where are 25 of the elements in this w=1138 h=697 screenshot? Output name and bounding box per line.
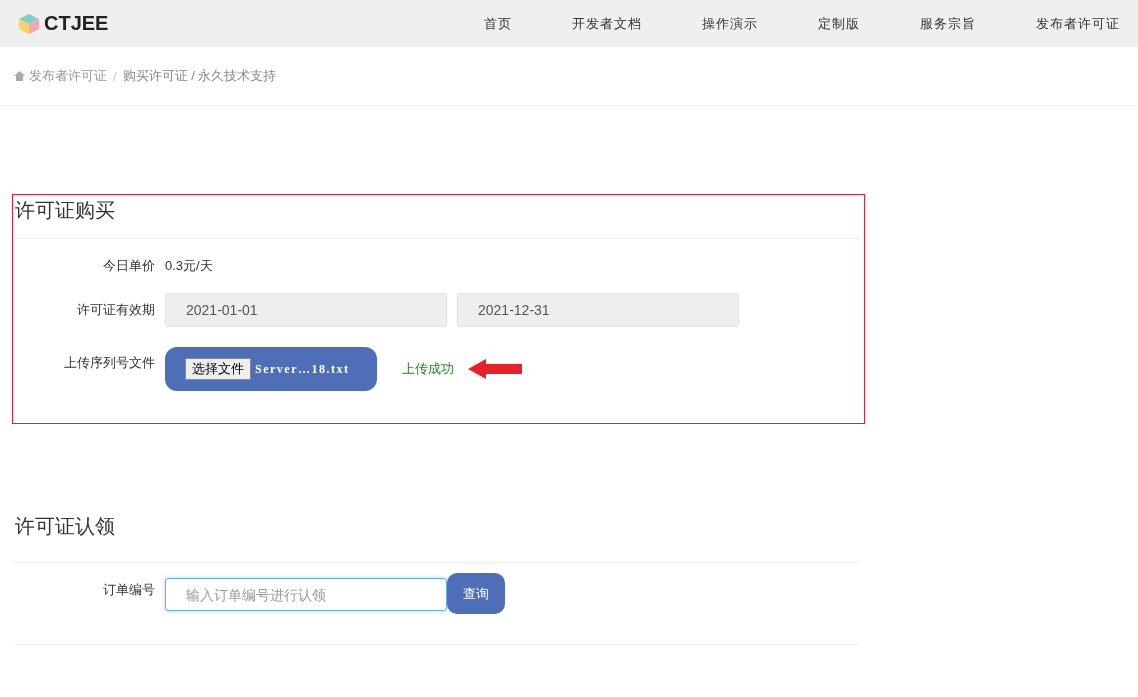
query-button[interactable]: 查询 — [447, 573, 505, 614]
breadcrumb-separator: / — [113, 68, 117, 84]
price-value: 0.3元/天 — [165, 257, 213, 275]
date-field[interactable]: 2021-01-01 — [165, 293, 447, 327]
brand-name[interactable]: CTJEE — [44, 12, 109, 35]
home-icon — [14, 71, 25, 81]
date-field[interactable]: 2021-12-31 — [457, 293, 739, 327]
breadcrumb-current: 购买许可证 / 永久技术支持 — [122, 67, 277, 85]
cube-logo-icon — [18, 12, 40, 35]
field-label: 许可证有效期 — [76, 301, 155, 319]
section-title: 许可证购买 — [14, 198, 116, 223]
order-number-field[interactable]: 输入订单编号进行认领 — [165, 578, 447, 611]
nav-link[interactable]: 定制版 — [758, 14, 860, 33]
nav-link[interactable]: 首页 — [424, 14, 512, 33]
nav-link[interactable]: 开发者文档 — [512, 14, 642, 33]
section-title: 许可证认领 — [14, 514, 116, 539]
field-label: 上传序列号文件 — [63, 354, 155, 372]
file-name: Server…18.txt — [255, 361, 350, 377]
field-label: 今日单价 — [102, 257, 155, 275]
field-label: 订单编号 — [102, 581, 155, 599]
nav-link[interactable]: 操作演示 — [642, 14, 758, 33]
nav-link[interactable]: 发布者许可证 — [976, 14, 1120, 33]
upload-status: 上传成功 — [402, 360, 454, 378]
choose-file-button[interactable]: 选择文件 — [185, 358, 251, 380]
nav-link[interactable]: 服务宗旨 — [860, 14, 976, 33]
